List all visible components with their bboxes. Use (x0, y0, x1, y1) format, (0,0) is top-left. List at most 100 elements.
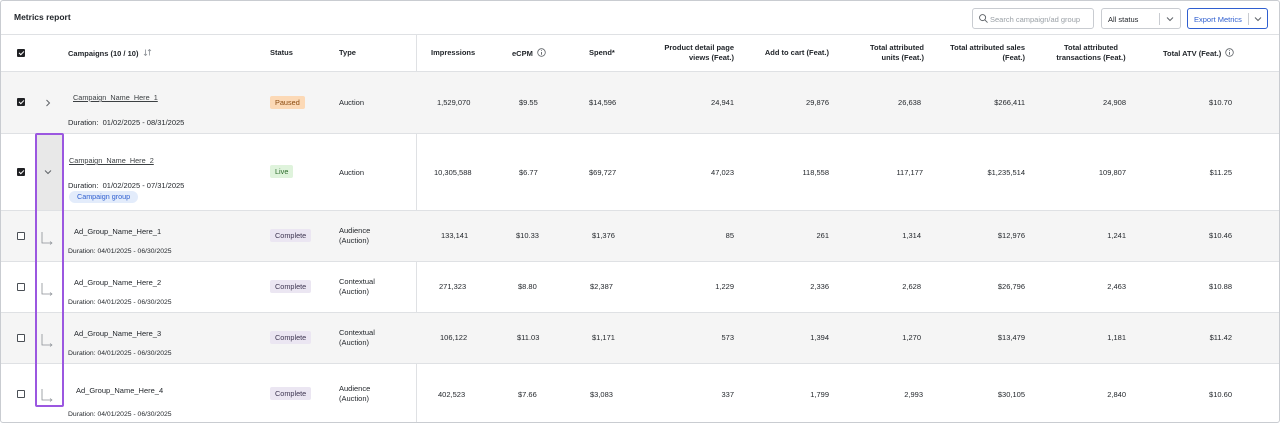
column-header-sales-line-1: Total attributed sales (950, 43, 1025, 52)
sales-cell: $30,105 (997, 390, 1025, 399)
sales-cell: $266,411 (994, 98, 1025, 107)
column-header-type[interactable]: Type (339, 48, 356, 58)
chevron-down-icon[interactable] (1253, 14, 1263, 24)
pdp-views-cell: 573 (721, 333, 734, 342)
row-checkbox[interactable] (17, 334, 25, 342)
sales-cell: $1,235,514 (987, 168, 1025, 177)
row-checkbox[interactable] (17, 390, 25, 398)
ad-group-name[interactable]: Ad_Group_Name_Here_3 (74, 329, 161, 339)
pdp-views-cell: 24,941 (711, 98, 734, 107)
ecpm-cell: $6.77 (519, 168, 538, 177)
ecpm-cell: $8.80 (518, 282, 537, 291)
ecpm-cell: $10.33 (516, 231, 539, 240)
atv-cell: $10.88 (1209, 282, 1232, 291)
units-cell: 1,314 (902, 231, 921, 240)
search-input[interactable]: Search campaign/ad group (972, 8, 1094, 29)
campaign-duration: Duration: 01/02/2025 - 07/31/2025 (68, 181, 184, 191)
column-header-pdp-views-line-2: views (Feat.) (688, 53, 734, 62)
column-header-units-line-1: Total attributed (869, 43, 924, 52)
column-header-sales[interactable]: Total attributed sales (Feat.) (931, 43, 1025, 63)
ad-group-duration: Duration: 04/01/2025 - 06/30/2025 (68, 410, 172, 420)
pdp-views-cell: 337 (721, 390, 734, 399)
column-header-pdp-views-line-1: Product detail page (664, 43, 734, 52)
type-line-2: (Auction) (339, 287, 370, 296)
type-cell: Audience (Auction) (339, 384, 370, 404)
ecpm-cell: $9.55 (519, 98, 538, 107)
column-header-ecpm-label: eCPM (512, 49, 533, 58)
duration-value: 04/01/2025 - 06/30/2025 (97, 350, 172, 357)
column-header-units[interactable]: Total attributed units (Feat.) (841, 43, 924, 63)
chevron-right-icon[interactable] (43, 98, 53, 108)
campaign-name-link[interactable]: Campaign_Name_Here_2 (69, 156, 154, 166)
table-row[interactable]: Ad_Group_Name_Here_3 Duration: 04/01/202… (1, 313, 1279, 363)
status-badge: Complete (270, 280, 312, 293)
column-header-spend[interactable]: Spend* (589, 48, 615, 58)
atv-cell: $11.25 (1209, 168, 1232, 177)
chevron-down-icon (1166, 17, 1174, 22)
column-header-ecpm[interactable]: eCPM (512, 48, 546, 59)
type-cell: Audience (Auction) (339, 226, 370, 246)
sales-cell: $12,976 (997, 231, 1025, 240)
sort-icon[interactable] (143, 48, 152, 57)
impressions-cell: 106,122 (440, 333, 468, 342)
column-header-atv[interactable]: Total ATV (Feat.) (1163, 48, 1234, 59)
spend-cell: $1,171 (592, 333, 615, 342)
ad-group-name[interactable]: Ad_Group_Name_Here_2 (74, 278, 161, 288)
sales-cell: $13,479 (997, 333, 1025, 342)
add-to-cart-cell: 29,876 (806, 98, 829, 107)
column-header-impressions[interactable]: Impressions (431, 48, 475, 58)
row-checkbox[interactable] (17, 232, 25, 240)
ad-group-name[interactable]: Ad_Group_Name_Here_1 (74, 227, 161, 237)
duration-value: 01/02/2025 - 07/31/2025 (102, 181, 185, 190)
table-header-row: Campaigns (10 / 10) Status Type Impressi… (1, 35, 1279, 71)
row-checkbox[interactable] (17, 168, 25, 176)
duration-label: Duration: (68, 181, 99, 190)
transactions-cell: 24,908 (1103, 98, 1126, 107)
table-row[interactable]: Campaign_Name_Here_2 Duration: 01/02/202… (1, 134, 1279, 210)
export-metrics-button[interactable]: Export Metrics (1187, 8, 1268, 29)
column-header-status[interactable]: Status (270, 48, 293, 58)
pdp-views-cell: 85 (725, 231, 734, 240)
impressions-cell: 1,529,070 (437, 98, 471, 107)
column-header-add-to-cart[interactable]: Add to cart (Feat.) (741, 48, 829, 58)
duration-label: Duration: (68, 248, 96, 255)
divider (1248, 13, 1249, 25)
impressions-cell: 133,141 (441, 231, 469, 240)
status-badge: Paused (270, 96, 305, 109)
type-cell: Contextual (Auction) (339, 277, 375, 297)
column-header-sales-line-2: (Feat.) (1002, 53, 1026, 62)
table-row[interactable]: Campaign_Name_Here_1 Duration: 01/02/202… (1, 72, 1279, 133)
report-toolbar: Metrics report Search campaign/ad group … (1, 1, 1279, 34)
type-line-1: Contextual (339, 328, 375, 337)
metrics-report-panel: Metrics report Search campaign/ad group … (0, 0, 1280, 423)
atv-cell: $11.42 (1209, 333, 1232, 342)
duration-label: Duration: (68, 299, 96, 306)
ad-group-name[interactable]: Ad_Group_Name_Here_4 (76, 386, 163, 396)
select-all-checkbox[interactable] (17, 49, 25, 57)
column-header-transactions[interactable]: Total attributed transactions (Feat.) (1041, 43, 1141, 63)
search-icon (979, 14, 988, 23)
column-header-campaigns[interactable]: Campaigns (10 / 10) (68, 48, 152, 59)
units-cell: 2,993 (904, 390, 923, 399)
search-placeholder: Search campaign/ad group (990, 15, 1081, 24)
status-filter-select[interactable]: All status (1101, 8, 1181, 29)
campaign-name-link[interactable]: Campaign_Name_Here_1 (73, 93, 158, 103)
duration-label: Duration: (68, 411, 96, 418)
spend-footnote-marker: * (611, 48, 615, 57)
atv-cell: $10.60 (1209, 390, 1232, 399)
ad-group-duration: Duration: 04/01/2025 - 06/30/2025 (68, 349, 172, 359)
column-header-pdp-views[interactable]: Product detail page views (Feat.) (641, 43, 734, 63)
table-row[interactable]: Ad_Group_Name_Here_4 Duration: 04/01/202… (1, 364, 1279, 422)
row-checkbox[interactable] (17, 283, 25, 291)
pdp-views-cell: 1,229 (715, 282, 734, 291)
info-icon[interactable] (537, 48, 546, 57)
type-line-1: Audience (339, 226, 371, 235)
units-cell: 2,628 (902, 282, 921, 291)
add-to-cart-cell: 118,558 (802, 168, 829, 177)
table-row[interactable]: Ad_Group_Name_Here_1 Duration: 04/01/202… (1, 211, 1279, 261)
row-checkbox[interactable] (17, 98, 25, 106)
campaign-duration: Duration: 01/02/2025 - 08/31/2025 (68, 118, 184, 128)
info-icon[interactable] (1225, 48, 1234, 57)
table-row[interactable]: Ad_Group_Name_Here_2 Duration: 04/01/202… (1, 262, 1279, 312)
ad-group-duration: Duration: 04/01/2025 - 06/30/2025 (68, 298, 172, 308)
